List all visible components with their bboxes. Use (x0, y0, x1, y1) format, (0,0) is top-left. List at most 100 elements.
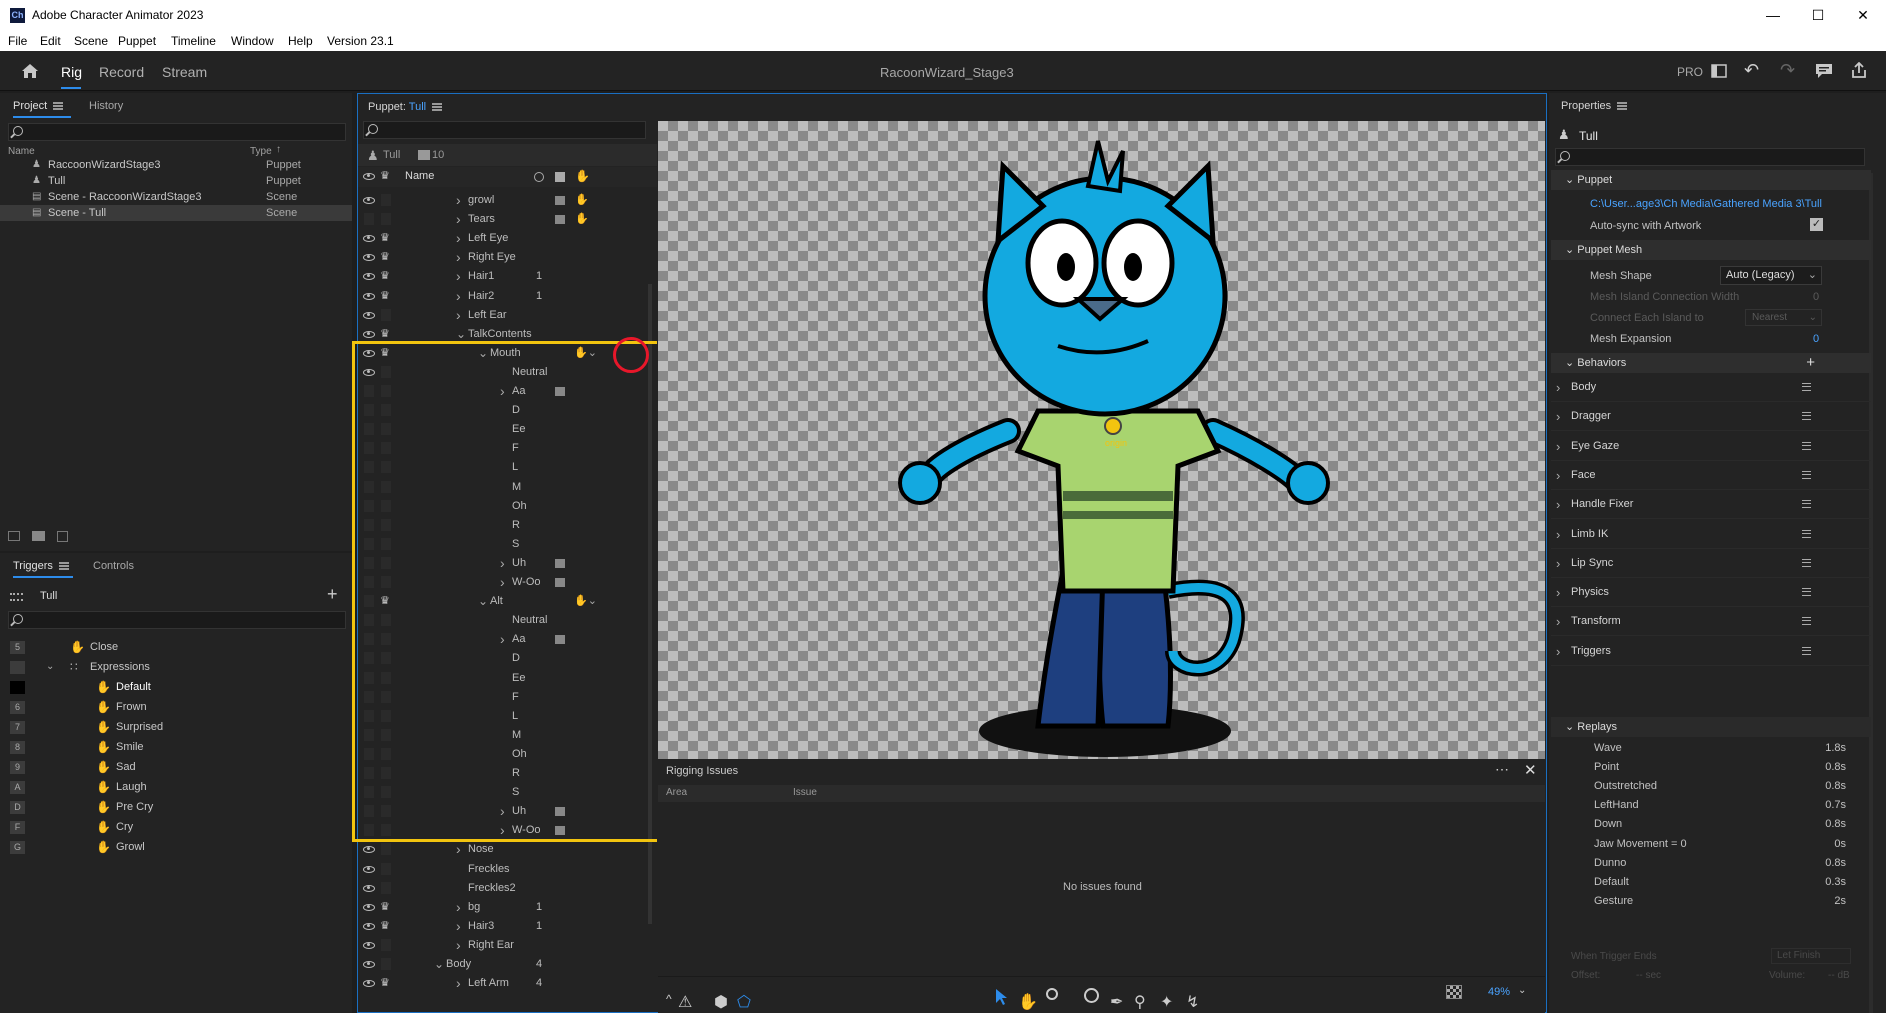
replay-item[interactable]: Default 0.3s (1590, 873, 1850, 892)
chevron-right-icon[interactable]: › (1556, 520, 1560, 549)
trigger-key[interactable] (10, 681, 25, 694)
chevron-right-icon[interactable]: › (456, 191, 461, 210)
project-item[interactable]: ♟ Tull Puppet (0, 173, 352, 189)
eye-icon[interactable] (363, 235, 375, 243)
folder-icon[interactable] (32, 531, 45, 541)
offset-value[interactable]: -- sec (1636, 970, 1661, 981)
trigger-item[interactable]: A ✋ Laugh (0, 777, 352, 797)
layer-row[interactable]: Freckles2 (358, 879, 648, 898)
trigger-key[interactable]: D (10, 801, 25, 814)
crown-icon[interactable]: ♛ (380, 901, 392, 912)
when-trigger-ends-select[interactable]: Let Finish (1771, 948, 1851, 964)
tab-stream[interactable]: Stream (162, 64, 207, 80)
behavior-item[interactable]: › Lip Sync (1551, 549, 1871, 578)
comment-icon[interactable] (57, 531, 68, 542)
menu-scene[interactable]: Scene (74, 34, 108, 48)
layer-row[interactable]: › Nose (358, 840, 648, 859)
zoom-tool-icon[interactable] (1046, 988, 1058, 1000)
behavior-item[interactable]: › Physics (1551, 578, 1871, 608)
puppet-section-header[interactable]: ⌄ Puppet (1551, 170, 1871, 190)
layer-row[interactable]: ♛ › Left Eye (358, 229, 648, 248)
replays-section-header[interactable]: ⌄ Replays (1551, 717, 1871, 737)
behavior-menu-icon[interactable] (1802, 383, 1811, 391)
chevron-right-icon[interactable]: › (456, 917, 461, 936)
layer-row[interactable]: ♛ › bg 1 (358, 898, 648, 917)
chevron-right-icon[interactable]: › (456, 840, 461, 859)
add-behavior-button[interactable]: + (1806, 353, 1815, 373)
chevron-right-icon[interactable]: › (1556, 432, 1560, 461)
replay-item[interactable]: Point 0.8s (1590, 758, 1850, 777)
select-tool-icon[interactable] (994, 988, 1008, 1006)
chevron-right-icon[interactable]: › (456, 248, 461, 267)
eye-icon[interactable] (363, 311, 375, 319)
pro-label[interactable]: PRO (1677, 65, 1703, 79)
column-type[interactable]: Type (250, 146, 272, 157)
trigger-key[interactable]: 5 (10, 641, 25, 654)
behavior-menu-icon[interactable] (1802, 470, 1811, 479)
chevron-right-icon[interactable]: › (456, 229, 461, 248)
crown-toggle[interactable] (381, 938, 391, 951)
crown-toggle[interactable] (381, 843, 391, 856)
puppet-path-link[interactable]: C:\User...age3\Ch Media\Gathered Media 3… (1590, 198, 1822, 210)
project-item[interactable]: ▤ Scene - RaccoonWizardStage3 Scene (0, 189, 352, 205)
eye-icon[interactable] (363, 254, 375, 262)
chevron-down-icon[interactable]: ⌄ (434, 955, 444, 974)
chevron-right-icon[interactable]: › (1556, 461, 1560, 490)
close-panel-button[interactable]: ✕ (1524, 761, 1537, 779)
behavior-item[interactable]: › Triggers (1551, 637, 1871, 666)
trigger-key[interactable]: 8 (10, 741, 25, 754)
zoom-dropdown-icon[interactable]: ⌄ (1518, 985, 1526, 996)
layer-row[interactable]: Freckles (358, 860, 648, 879)
volume-value[interactable]: -- dB (1828, 970, 1850, 981)
menu-window[interactable]: Window (231, 34, 274, 48)
puppet-name-link[interactable]: Tull (409, 101, 426, 113)
tab-record[interactable]: Record (99, 64, 144, 80)
crown-icon[interactable]: ♛ (380, 233, 392, 244)
replay-item[interactable]: Gesture 2s (1590, 892, 1850, 911)
trigger-item[interactable]: 9 ✋ Sad (0, 757, 352, 777)
triggers-menu-icon[interactable] (58, 562, 69, 571)
replay-item[interactable]: Wave 1.8s (1590, 739, 1850, 758)
project-item[interactable]: ♟ RaccoonWizardStage3 Puppet (0, 157, 352, 173)
behavior-item[interactable]: › Face (1551, 461, 1871, 490)
menu-help[interactable]: Help (288, 34, 313, 48)
outline-icon[interactable]: ⬠ (737, 992, 751, 1012)
behavior-menu-icon[interactable] (1802, 558, 1811, 567)
puppet-menu-icon[interactable] (432, 103, 443, 112)
replay-item[interactable]: Dunno 0.8s (1590, 854, 1850, 873)
chevron-right-icon[interactable]: › (1556, 373, 1560, 402)
zoom-level[interactable]: 49% (1488, 986, 1510, 998)
stick-tool-icon[interactable]: ✒ (1110, 992, 1123, 1012)
crown-toggle[interactable] (381, 213, 391, 226)
behavior-item[interactable]: › Handle Fixer (1551, 490, 1871, 520)
layer-row[interactable]: › growl ✋ (358, 191, 648, 210)
replay-item[interactable]: Outstretched 0.8s (1590, 777, 1850, 796)
minimize-button[interactable]: — (1750, 0, 1796, 30)
crown-toggle[interactable] (381, 194, 391, 206)
behavior-menu-icon[interactable] (1802, 588, 1811, 597)
replay-item[interactable]: Jaw Movement = 0 0s (1590, 835, 1850, 854)
behavior-menu-icon[interactable] (1802, 412, 1811, 421)
layer-row[interactable]: › Tears ✋ (358, 210, 648, 229)
more-options-icon[interactable]: ⋯ (1495, 761, 1509, 778)
trigger-key[interactable]: F (10, 821, 25, 834)
eye-icon[interactable] (363, 903, 375, 911)
tab-rig[interactable]: Rig (61, 64, 82, 80)
menu-edit[interactable]: Edit (40, 34, 61, 48)
trigger-key[interactable]: 9 (10, 761, 25, 774)
eye-icon[interactable] (363, 941, 375, 949)
collapse-icon[interactable]: ^ (666, 992, 672, 1006)
trigger-item[interactable]: F ✋ Cry (0, 817, 352, 837)
eye-icon[interactable] (363, 922, 375, 930)
eye-icon[interactable] (363, 980, 375, 988)
behavior-menu-icon[interactable] (1802, 529, 1811, 538)
behavior-menu-icon[interactable] (1802, 500, 1811, 509)
chevron-right-icon[interactable]: › (1556, 607, 1560, 636)
tab-triggers[interactable]: Triggers (13, 560, 69, 572)
crown-icon[interactable]: ♛ (380, 978, 392, 989)
handle-tool-icon[interactable]: ✦ (1160, 992, 1173, 1012)
layer-row[interactable]: ♛ › Hair2 1 (358, 287, 648, 306)
project-menu-icon[interactable] (53, 102, 64, 111)
eye-icon[interactable] (363, 961, 375, 968)
origin-tool-icon[interactable] (1084, 988, 1099, 1003)
